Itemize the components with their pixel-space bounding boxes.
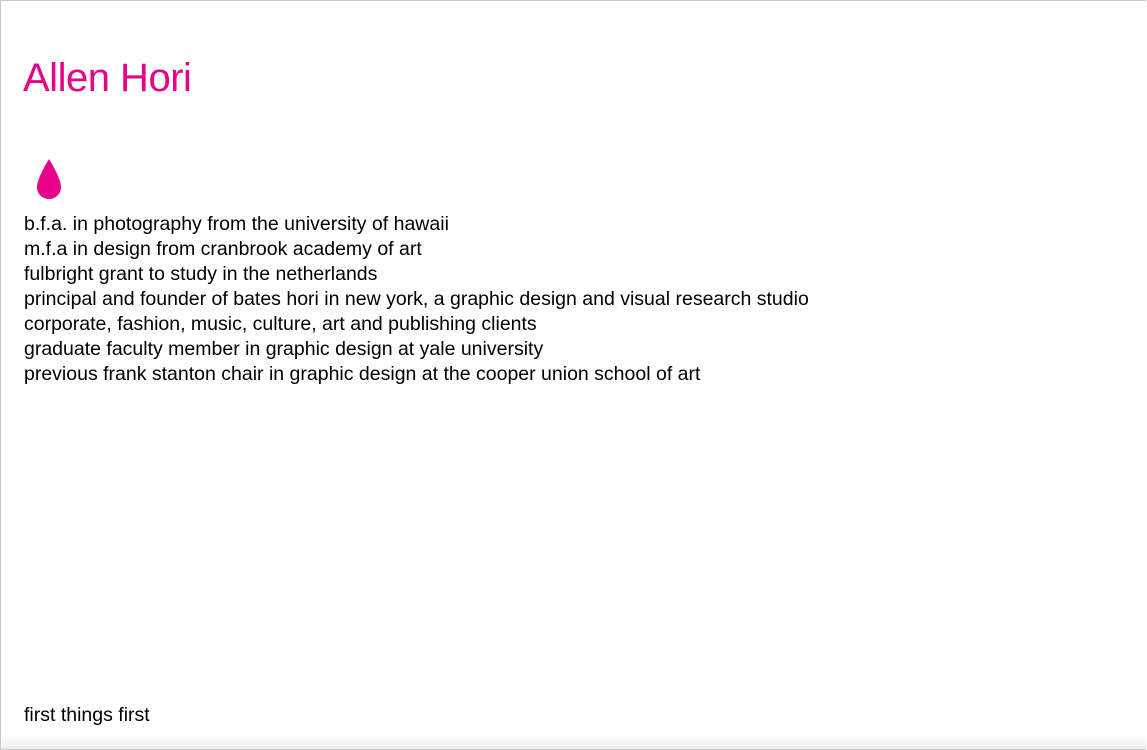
bio-item: b.f.a. in photography from the universit… — [24, 213, 449, 235]
page: Allen Hori b.f.a. in photography from th… — [0, 0, 1146, 750]
bottom-edge-shadow — [1, 735, 1146, 749]
bio-item: graduate faculty member in graphic desig… — [24, 338, 544, 360]
bio-item: m.f.a in design from cranbrook academy o… — [24, 238, 422, 260]
bio-item: corporate, fashion, music, culture, art … — [24, 313, 537, 335]
drop-icon — [37, 159, 61, 199]
first-things-first-link[interactable]: first things first — [24, 703, 150, 728]
bio-item: previous frank stanton chair in graphic … — [24, 363, 701, 385]
page-title: Allen Hori — [23, 56, 192, 100]
bio-item: fulbright grant to study in the netherla… — [24, 263, 378, 285]
bio-list: b.f.a. in photography from the universit… — [24, 212, 809, 387]
bio-item: principal and founder of bates hori in n… — [24, 288, 809, 310]
